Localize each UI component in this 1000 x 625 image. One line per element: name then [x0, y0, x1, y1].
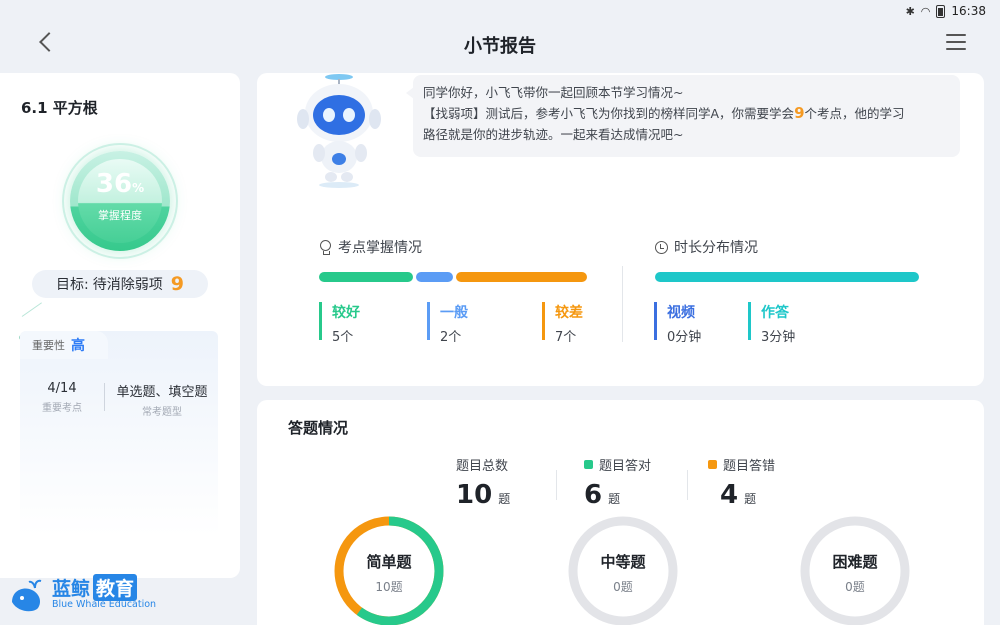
legend-good: 较好 5个 [319, 302, 360, 345]
correct-square-icon [584, 460, 593, 469]
brand-logo: 蓝鲸 教育 Blue Whale Education [8, 570, 168, 620]
donut-hard[interactable]: 困难题 0题 [799, 515, 911, 625]
duration-section-title: 时长分布情况 [655, 237, 758, 257]
importance-value: 高 [71, 338, 85, 354]
donut-medium[interactable]: 中等题 0题 [567, 515, 679, 625]
header: 小节报告 [0, 24, 1000, 64]
section-divider [622, 266, 623, 342]
logo-text-cn: 蓝鲸 教育 [52, 574, 138, 601]
legend-poor: 较差 7个 [542, 302, 583, 345]
page-title: 小节报告 [464, 36, 536, 57]
importance-stat-keypoints: 4/14 重要考点 [42, 381, 82, 414]
goal-text: 待消除弱项 [92, 277, 163, 293]
mastery-label: 掌握程度 [98, 209, 142, 222]
logo-text-en: Blue Whale Education [52, 599, 157, 610]
importance-card: 重要性 高 4/14 重要考点 单选题、填空题 常考题型 [20, 331, 218, 536]
wrong-square-icon [708, 460, 717, 469]
legend-average: 一般 2个 [427, 302, 468, 345]
decor-line [21, 302, 42, 317]
legend-answering: 作答 3分钟 [748, 302, 795, 345]
status-bar: ✱ ◠ 16:38 [0, 0, 1000, 24]
status-time: 16:38 [951, 4, 986, 18]
battery-icon [936, 4, 946, 18]
mastery-percent: 36% [95, 169, 145, 199]
bluetooth-icon: ✱ [905, 4, 915, 18]
knowledge-section-title: 考点掌握情况 [319, 237, 422, 257]
legend-video: 视频 0分钟 [654, 302, 701, 345]
goal-count: 9 [170, 273, 184, 295]
donut-easy[interactable]: 简单题 10题 [333, 515, 445, 625]
knowledge-distribution-bar [319, 272, 587, 282]
mascot-speech-bubble: 同学你好，小飞飞带你一起回顾本节学习情况~ 【找弱项】测试后，参考小飞飞为你找到… [406, 75, 960, 157]
mastery-gauge [70, 151, 170, 251]
importance-stat-question-types: 单选题、填空题 常考题型 [116, 385, 208, 418]
duration-distribution-bar [655, 272, 919, 282]
answers-title: 答题情况 [288, 419, 349, 437]
bar-segment-poor [455, 272, 587, 282]
status-icons: ✱ ◠ 16:38 [906, 4, 986, 18]
section-title: 6.1 平方根 [21, 99, 98, 117]
bar-segment-answering [655, 272, 919, 282]
clock-icon [655, 240, 668, 254]
stat-divider [687, 470, 688, 500]
goal-pill: 目标: 待消除弱项 9 [32, 270, 208, 298]
lightbulb-icon [319, 239, 332, 255]
goal-label: 目标: [56, 277, 89, 293]
bar-segment-average [415, 272, 453, 282]
left-panel: 6.1 平方根 36% 掌握程度 目标: 待消除弱项 9 重要性 高 4/14 … [0, 73, 240, 578]
importance-label: 重要性 [32, 339, 65, 352]
wifi-icon: ◠ [920, 4, 931, 18]
importance-divider [104, 383, 105, 411]
menu-icon[interactable] [946, 34, 966, 50]
answers-card: 答题情况 题目总数 10 题 题目答对 6题 题目答错 4题 简单题 10题 中等… [257, 400, 984, 625]
summary-card: 同学你好，小飞飞带你一起回顾本节学习情况~ 【找弱项】测试后，参考小飞飞为你找到… [257, 73, 984, 386]
stat-divider [556, 470, 557, 500]
whale-logo-icon [12, 579, 42, 612]
stat-correct: 题目答对 6题 [584, 459, 652, 510]
bar-segment-good [319, 272, 413, 282]
importance-tab: 重要性 高 [20, 331, 108, 359]
stat-wrong: 题目答错 4题 [708, 455, 775, 510]
stat-total: 题目总数 10 题 [456, 459, 511, 510]
robot-mascot-icon [297, 74, 381, 188]
